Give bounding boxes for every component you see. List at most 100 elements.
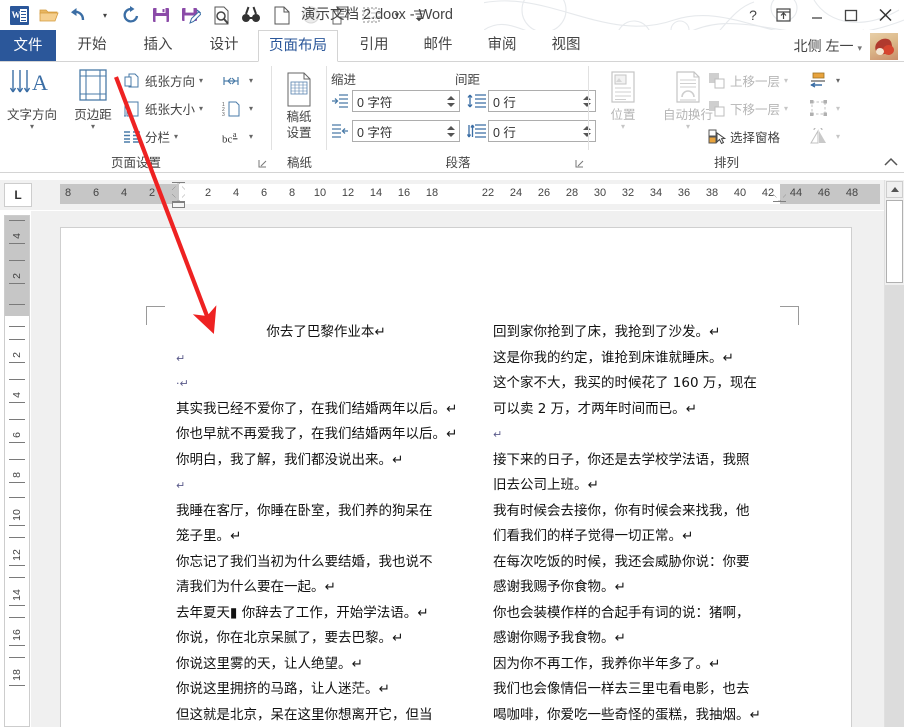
- first-line-indent-marker[interactable]: [172, 182, 185, 190]
- ribbon-button-manuscript-settings[interactable]: 稿纸 设置: [269, 68, 329, 140]
- paper-size-icon: [122, 99, 142, 119]
- ribbon-button-text-direction[interactable]: A 文字方向 ▾: [2, 66, 62, 131]
- tab-page-layout[interactable]: 页面布局: [258, 30, 338, 62]
- tab-stop-selector[interactable]: L: [4, 183, 32, 207]
- spacing-after-icon: [467, 123, 485, 141]
- ruler-tick: 8: [65, 187, 71, 199]
- manuscript-settings-icon: [269, 68, 329, 108]
- ribbon-label-orientation: 纸张方向: [145, 71, 195, 90]
- avatar[interactable]: [870, 33, 898, 60]
- doc-line: 我们也会像情侣一样去三里屯看电影，也去: [493, 677, 793, 703]
- tab-file[interactable]: 文件: [0, 30, 56, 62]
- indent-right-field[interactable]: 0 字符: [352, 120, 460, 142]
- ribbon-button-bring-forward[interactable]: 上移一层 ▾: [707, 68, 788, 93]
- ribbon-label-margins: 页边距: [63, 108, 123, 122]
- spacing-after-value: 0 行: [489, 122, 579, 141]
- ribbon-button-rotate[interactable]: ▾: [809, 124, 840, 149]
- vertical-scrollbar[interactable]: [884, 180, 904, 727]
- ribbon-tab-bar[interactable]: 文件 开始 插入 设计 页面布局 引用 邮件 审阅 视图 北侧 左一▾: [0, 30, 904, 62]
- ruler-tick: 34: [650, 187, 662, 199]
- tab-mailings[interactable]: 邮件: [408, 30, 468, 62]
- indent-left-stepper[interactable]: [443, 91, 459, 111]
- ribbon-button-hyphenation[interactable]: bca ▾: [222, 124, 253, 149]
- vruler-tick: 4: [11, 224, 23, 248]
- document-column-left[interactable]: 你去了巴黎作业本↵ ↵ ·↵ 其实我已经不爱你了，在我们结婚两年以后。↵ 你也早…: [176, 320, 476, 727]
- spacing-before-value: 0 行: [489, 92, 579, 111]
- document-page[interactable]: 你去了巴黎作业本↵ ↵ ·↵ 其实我已经不爱你了，在我们结婚两年以后。↵ 你也早…: [61, 228, 851, 727]
- left-indent-marker[interactable]: [172, 202, 185, 208]
- account-name-button[interactable]: 北侧 左一▾: [794, 30, 862, 62]
- ruler-tick: 4: [233, 187, 239, 199]
- vruler-tick: 16: [11, 623, 23, 647]
- svg-text:3: 3: [222, 112, 225, 117]
- help-button[interactable]: ?: [740, 1, 766, 29]
- minimize-button[interactable]: [800, 1, 834, 29]
- ribbon-button-send-backward[interactable]: 下移一层 ▾: [707, 96, 788, 121]
- chevron-down-icon: ▾: [249, 132, 253, 141]
- doc-line: 你去了巴黎作业本↵: [176, 320, 476, 346]
- position-icon: [593, 66, 653, 106]
- indent-left-field[interactable]: 0 字符: [352, 90, 460, 112]
- ribbon-button-line-numbers[interactable]: 123 ▾: [222, 96, 253, 121]
- scrollbar-track[interactable]: [885, 285, 904, 727]
- chevron-down-icon: ▾: [199, 76, 203, 85]
- maximize-button[interactable]: [834, 1, 868, 29]
- doc-line: 你明白，我了解，我们都没说出来。↵: [176, 448, 476, 474]
- chevron-down-icon: ▾: [63, 123, 123, 131]
- send-backward-icon: [707, 99, 727, 119]
- ribbon-button-columns[interactable]: 分栏 ▾: [122, 124, 178, 149]
- title-bar: W ▾: [0, 0, 904, 30]
- ruler-tick: 28: [566, 187, 578, 199]
- scroll-up-button[interactable]: [886, 181, 903, 198]
- ruler-tick: 8: [289, 187, 295, 199]
- close-button[interactable]: [868, 1, 902, 29]
- doc-line: ·↵: [176, 371, 476, 397]
- tab-insert[interactable]: 插入: [128, 30, 188, 62]
- svg-text:a: a: [233, 130, 237, 139]
- doc-line: 旧去公司上班。↵: [493, 473, 793, 499]
- paragraph-header-indent: 缩进: [331, 69, 356, 88]
- paragraph-dialog-launcher[interactable]: [575, 159, 584, 168]
- right-indent-marker[interactable]: [773, 194, 786, 202]
- page-setup-dialog-launcher[interactable]: [258, 159, 267, 168]
- hanging-indent-marker[interactable]: [172, 194, 185, 202]
- chevron-down-icon: ▾: [836, 132, 840, 141]
- ribbon-label-manuscript-2: 设置: [269, 126, 329, 140]
- tab-view[interactable]: 视图: [536, 30, 596, 62]
- tab-home[interactable]: 开始: [62, 30, 122, 62]
- vertical-ruler[interactable]: 4 2 2 4 6 8 10 12 14 16 18: [4, 215, 30, 727]
- ruler-tick: 36: [678, 187, 690, 199]
- ribbon-button-breaks[interactable]: ▾: [222, 68, 253, 93]
- horizontal-ruler[interactable]: L 8 6 4 2 2 4 6 8 10 12 14 16 18 22 24 2…: [0, 180, 904, 210]
- ribbon-button-margins[interactable]: 页边距 ▾: [63, 66, 123, 131]
- document-canvas[interactable]: 你去了巴黎作业本↵ ↵ ·↵ 其实我已经不爱你了，在我们结婚两年以后。↵ 你也早…: [31, 211, 885, 727]
- tab-design[interactable]: 设计: [194, 30, 254, 62]
- doc-line: 你也会装模作样的合起手有词的说：猪啊，: [493, 601, 793, 627]
- ribbon-button-position[interactable]: 位置 ▾: [593, 66, 653, 131]
- doc-line: 接下来的日子，你还是去学校学法语，我照: [493, 448, 793, 474]
- ribbon-display-options-button[interactable]: [766, 1, 800, 29]
- hyphenation-icon: bca: [222, 127, 242, 147]
- tab-review[interactable]: 审阅: [472, 30, 532, 62]
- ribbon-group-label-paragraph: 段落: [327, 152, 589, 171]
- spacing-before-field[interactable]: 0 行: [488, 90, 596, 112]
- ruler-tick: 6: [93, 187, 99, 199]
- chevron-down-icon: ▾: [836, 76, 840, 85]
- collapse-ribbon-button[interactable]: [884, 156, 898, 170]
- ribbon-button-align[interactable]: ▾: [809, 68, 840, 93]
- document-column-right[interactable]: 回到家你抢到了床，我抢到了沙发。↵ 这是你我的约定，谁抢到床谁就睡床。↵ 这个家…: [493, 320, 793, 727]
- ruler-tick: 32: [622, 187, 634, 199]
- ribbon-button-group[interactable]: ▾: [809, 96, 840, 121]
- spacing-after-field[interactable]: 0 行: [488, 120, 596, 142]
- ribbon-button-selection-pane[interactable]: 选择窗格: [707, 124, 780, 149]
- doc-line: 这是你我的约定，谁抢到床谁就睡床。↵: [493, 346, 793, 372]
- scrollbar-thumb[interactable]: [886, 200, 903, 283]
- chevron-down-icon: ▾: [199, 104, 203, 113]
- chevron-down-icon: ▾: [593, 123, 653, 131]
- tab-references[interactable]: 引用: [344, 30, 404, 62]
- window-controls[interactable]: ?: [740, 0, 902, 30]
- ribbon-button-orientation[interactable]: 纸张方向 ▾: [122, 68, 203, 93]
- indent-right-stepper[interactable]: [443, 121, 459, 141]
- ribbon-button-paper-size[interactable]: 纸张大小 ▾: [122, 96, 203, 121]
- doc-line: 你忘记了我们当初为什么要结婚，我也说不: [176, 550, 476, 576]
